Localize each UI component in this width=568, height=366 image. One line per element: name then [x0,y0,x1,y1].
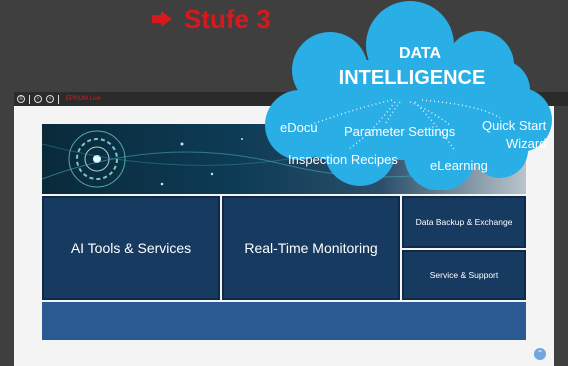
menu-icon[interactable]: ≡ [17,95,25,103]
separator [29,94,30,104]
arrow-right-icon [152,11,172,27]
separator [58,94,59,104]
app-window: AI Tools & Services Real-Time Monitoring… [14,106,554,366]
tile-ai-tools[interactable]: AI Tools & Services [42,196,220,300]
window-title: EPROM Live [66,96,101,102]
forward-icon[interactable]: › [46,95,54,103]
stage-heading: Stufe 3 [152,4,271,34]
cloud-title-line2: INTELLIGENCE [339,67,486,89]
scroll-up-icon[interactable]: ⌃ [534,348,546,360]
bottom-bar [42,302,526,340]
cloud-title-line1: DATA [399,45,442,62]
hero-banner-image [42,124,526,194]
tile-service-support-label: Service & Support [429,270,499,280]
tile-realtime-monitoring[interactable]: Real-Time Monitoring [222,196,400,300]
back-icon[interactable]: ‹ [34,95,42,103]
stage-heading-text: Stufe 3 [184,3,271,34]
tile-data-backup-label: Data Backup & Exchange [415,217,513,227]
window-titlebar: ≡ ‹ › EPROM Live [14,92,568,106]
tile-ai-tools-label: AI Tools & Services [70,240,192,256]
tile-data-backup[interactable]: Data Backup & Exchange [402,196,526,248]
tile-service-support[interactable]: Service & Support [402,250,526,300]
tile-grid: AI Tools & Services Real-Time Monitoring… [42,124,526,340]
tile-realtime-monitoring-label: Real-Time Monitoring [244,240,378,256]
